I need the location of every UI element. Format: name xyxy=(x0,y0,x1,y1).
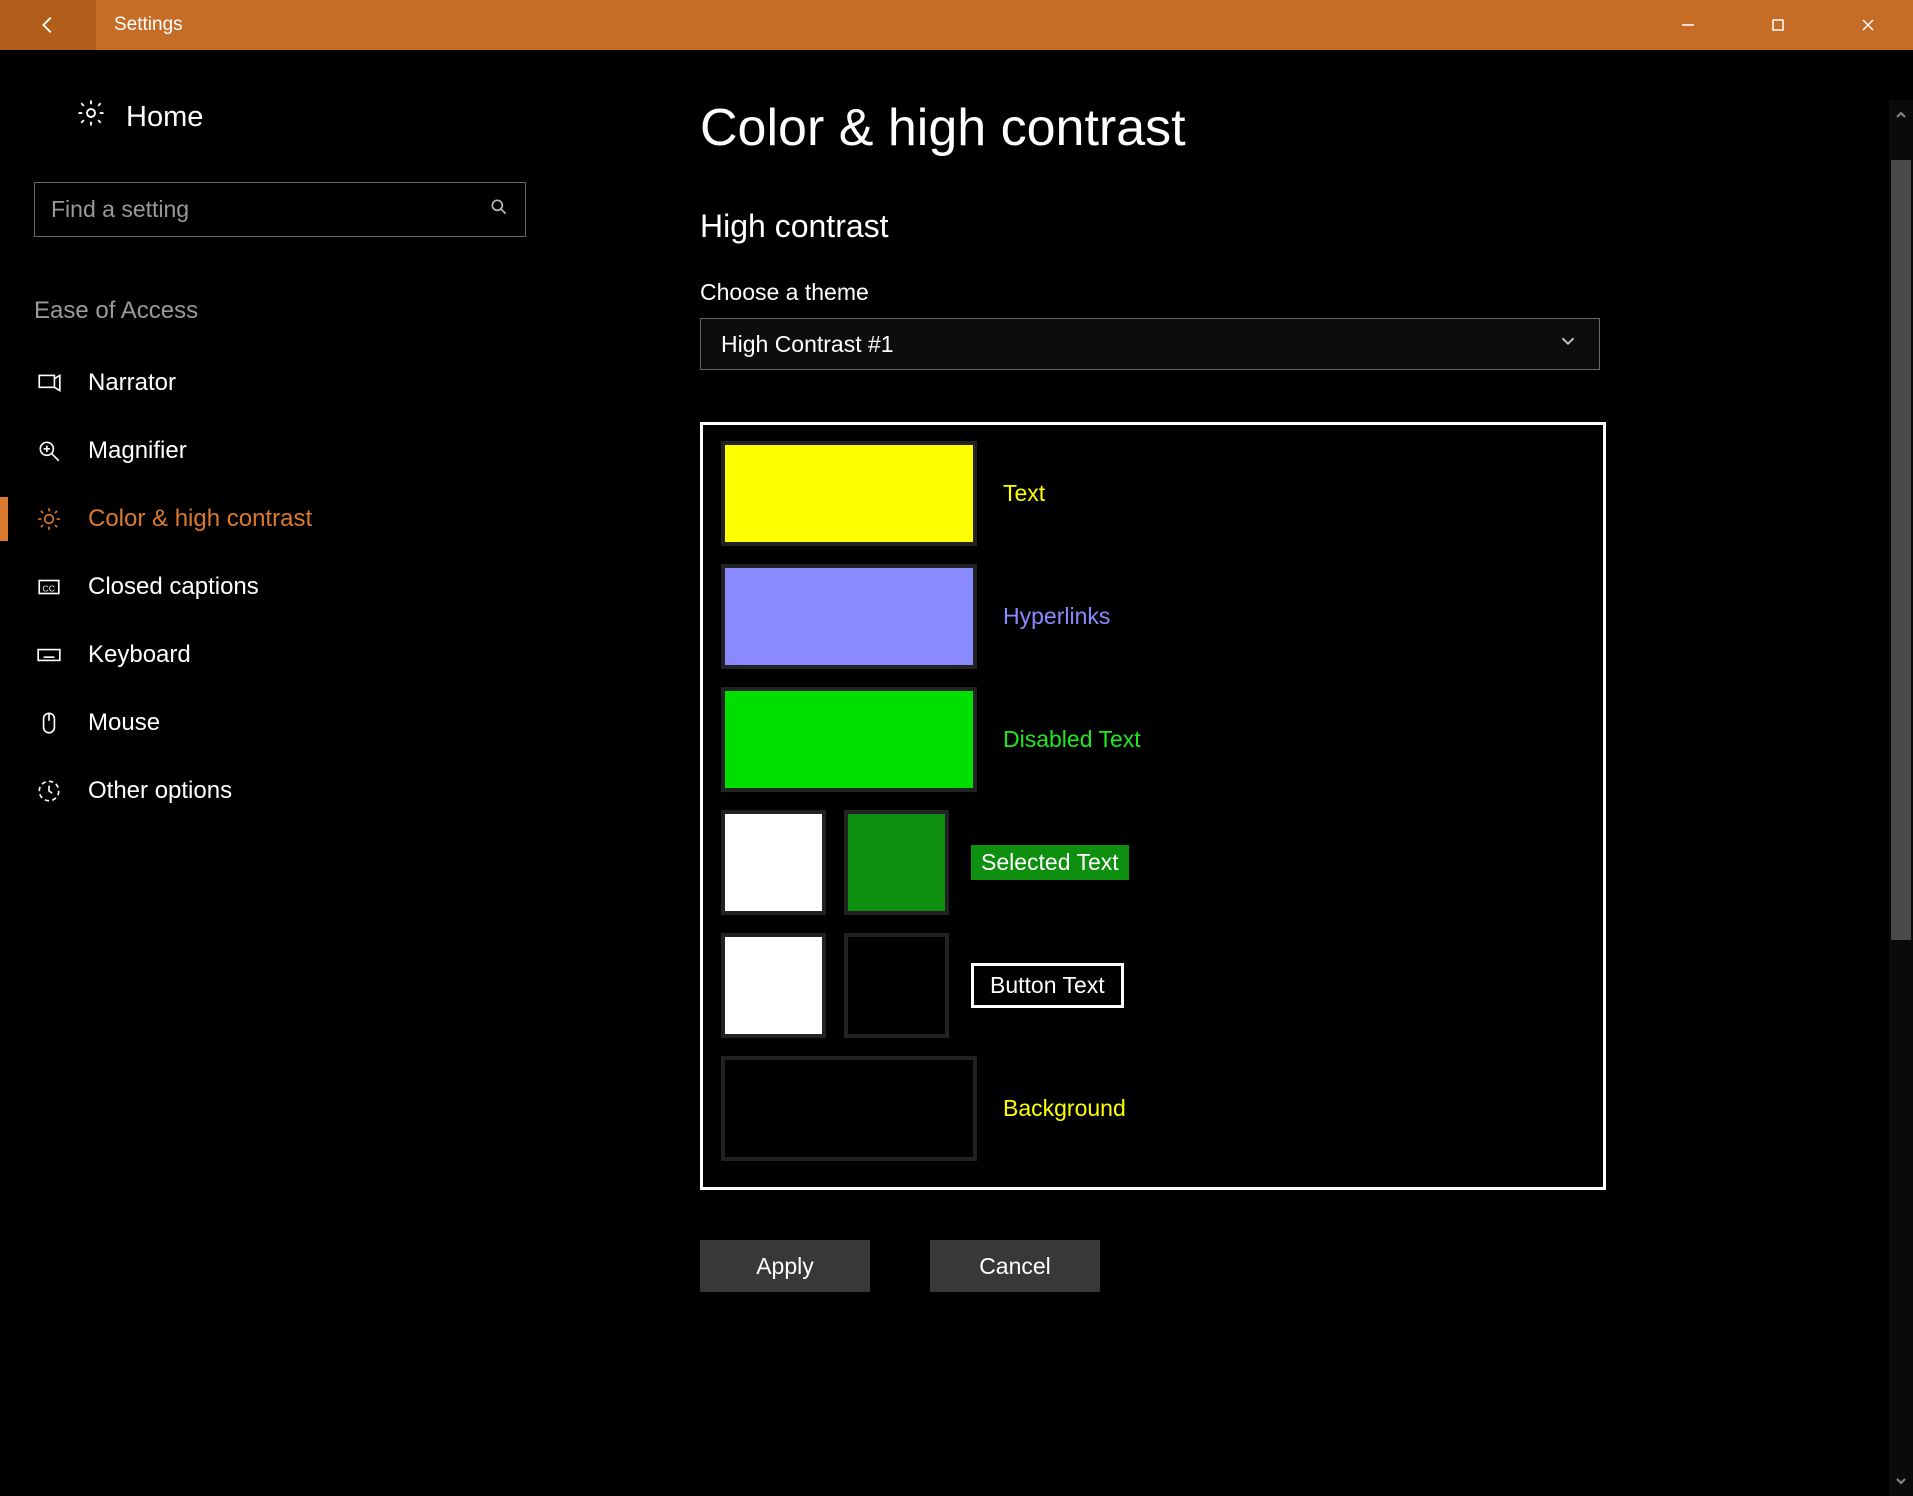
swatch-label-button-text: Button Text xyxy=(971,963,1124,1008)
brightness-icon xyxy=(34,506,64,532)
action-buttons: Apply Cancel xyxy=(700,1240,1913,1292)
swatch-background[interactable] xyxy=(721,1056,977,1161)
search-box[interactable] xyxy=(34,182,526,237)
keyboard-icon xyxy=(34,642,64,668)
sidebar-item-label: Closed captions xyxy=(88,573,259,601)
swatch-button-text-bg[interactable] xyxy=(844,933,949,1038)
search-icon xyxy=(489,197,509,222)
swatch-text[interactable] xyxy=(721,441,977,546)
swatch-label-selected-text: Selected Text xyxy=(971,845,1129,880)
scrollbar-track[interactable] xyxy=(1889,130,1913,1466)
mouse-icon xyxy=(34,710,64,736)
swatch-label-text: Text xyxy=(999,480,1049,507)
title-bar: Settings xyxy=(0,0,1913,50)
sidebar-item-label: Magnifier xyxy=(88,437,187,465)
close-button[interactable] xyxy=(1823,0,1913,50)
sidebar-item-other-options[interactable]: Other options xyxy=(28,757,532,825)
search-input[interactable] xyxy=(51,196,489,223)
gear-icon xyxy=(76,98,106,136)
swatch-button-text-fg[interactable] xyxy=(721,933,826,1038)
sidebar-item-label: Narrator xyxy=(88,369,176,397)
sidebar-item-label: Other options xyxy=(88,777,232,805)
swatch-selected-text-bg[interactable] xyxy=(844,810,949,915)
swatch-disabled-text[interactable] xyxy=(721,687,977,792)
maximize-button[interactable] xyxy=(1733,0,1823,50)
magnifier-icon xyxy=(34,438,64,464)
theme-preview-panel: Text Hyperlinks Disabled Text Selected T… xyxy=(700,422,1606,1190)
window-controls xyxy=(1643,0,1913,50)
svg-text:CC: CC xyxy=(43,583,56,593)
swatch-selected-text-fg[interactable] xyxy=(721,810,826,915)
sidebar-item-label: Color & high contrast xyxy=(88,505,312,533)
sidebar-item-keyboard[interactable]: Keyboard xyxy=(28,621,532,689)
swatch-label-hyperlinks: Hyperlinks xyxy=(999,603,1114,630)
apply-button[interactable]: Apply xyxy=(700,1240,870,1292)
home-link[interactable]: Home xyxy=(28,98,532,136)
back-button[interactable] xyxy=(0,0,96,50)
minimize-button[interactable] xyxy=(1643,0,1733,50)
swatch-label-background: Background xyxy=(999,1095,1130,1122)
theme-dropdown[interactable]: High Contrast #1 xyxy=(700,318,1600,370)
theme-selected-value: High Contrast #1 xyxy=(721,331,894,358)
options-icon xyxy=(34,778,64,804)
theme-label: Choose a theme xyxy=(700,279,1913,306)
scrollbar[interactable] xyxy=(1889,100,1913,1496)
category-label: Ease of Access xyxy=(28,297,532,325)
swatch-label-disabled-text: Disabled Text xyxy=(999,726,1145,753)
home-label: Home xyxy=(126,101,203,134)
chevron-down-icon xyxy=(1557,330,1579,358)
narrator-icon xyxy=(34,370,64,396)
sidebar-item-mouse[interactable]: Mouse xyxy=(28,689,532,757)
sidebar-item-closed-captions[interactable]: CC Closed captions xyxy=(28,553,532,621)
sidebar-item-magnifier[interactable]: Magnifier xyxy=(28,417,532,485)
section-title: High contrast xyxy=(700,208,1913,245)
scroll-down-button[interactable] xyxy=(1889,1466,1913,1496)
captions-icon: CC xyxy=(34,574,64,600)
cancel-button[interactable]: Cancel xyxy=(930,1240,1100,1292)
sidebar: Home Ease of Access Narrator Magnifier C… xyxy=(0,50,560,1496)
sidebar-item-color-high-contrast[interactable]: Color & high contrast xyxy=(28,485,532,553)
main-content: Color & high contrast High contrast Choo… xyxy=(560,50,1913,1496)
sidebar-item-narrator[interactable]: Narrator xyxy=(28,349,532,417)
scroll-up-button[interactable] xyxy=(1889,100,1913,130)
sidebar-item-label: Mouse xyxy=(88,709,160,737)
page-title: Color & high contrast xyxy=(700,98,1913,158)
swatch-hyperlinks[interactable] xyxy=(721,564,977,669)
sidebar-item-label: Keyboard xyxy=(88,641,191,669)
scrollbar-thumb[interactable] xyxy=(1891,160,1911,940)
window-title: Settings xyxy=(114,14,183,36)
